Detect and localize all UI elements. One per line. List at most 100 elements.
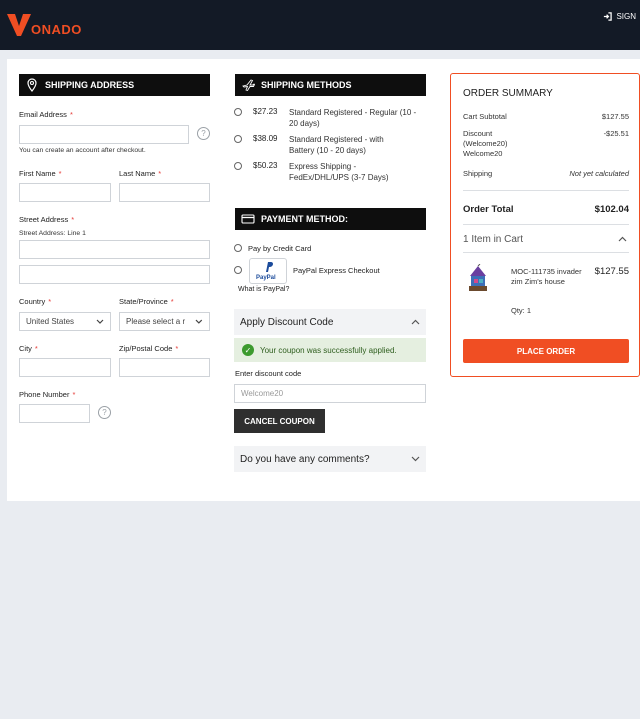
apply-discount-title: Apply Discount Code [240, 316, 334, 328]
discount-label: Discount (Welcome20) Welcome20 [463, 129, 507, 159]
cart-subtotal-value: $127.55 [601, 112, 629, 121]
discount-label-line1: Discount [463, 129, 493, 138]
discount-code-label: Enter discount code [235, 369, 302, 378]
shipping-methods-title: SHIPPING METHODS [261, 80, 352, 90]
chevron-down-icon [411, 456, 420, 462]
first-name-field[interactable] [19, 183, 111, 202]
comments-toggle[interactable]: Do you have any comments? [234, 446, 426, 472]
required-mark: * [72, 390, 76, 399]
street-address-label-text: Street Address [19, 215, 69, 224]
items-in-cart-toggle[interactable]: 1 Item in Cart [463, 234, 523, 245]
shipping-option-price-3: $50.23 [253, 161, 278, 170]
email-label: Email Address * [19, 110, 73, 119]
cart-item-price: $127.55 [594, 266, 629, 277]
cart-item-name-line1: MOC-111735 invader [511, 267, 582, 276]
phone-help-icon[interactable]: ? [98, 406, 111, 419]
cart-item-qty: Qty: 1 [511, 306, 532, 315]
zip-label: Zip/Postal Code * [119, 344, 178, 353]
paypal-p-icon [266, 262, 273, 272]
sign-in-icon [604, 12, 613, 21]
zip-label-text: Zip/Postal Code [119, 344, 173, 353]
city-label: City * [19, 344, 38, 353]
airplane-icon [242, 79, 255, 92]
shipping-option-radio-2[interactable] [234, 135, 242, 143]
order-total-value: $102.04 [594, 204, 629, 215]
discount-label-line2: (Welcome20) [463, 139, 508, 148]
last-name-field[interactable] [119, 183, 210, 202]
credit-card-label: Pay by Credit Card [248, 244, 312, 253]
country-label-text: Country [19, 297, 46, 306]
country-select[interactable]: United States [19, 312, 111, 331]
first-name-label: First Name * [19, 169, 62, 178]
credit-card-icon [241, 214, 255, 224]
shipping-address-header: SHIPPING ADDRESS [19, 74, 210, 96]
cart-item-name[interactable]: MOC-111735 invader zim Zim's house [511, 267, 582, 287]
country-label: Country * [19, 297, 51, 306]
last-name-label: Last Name * [119, 169, 161, 178]
sign-in-label: SIGN [616, 12, 636, 21]
state-select-value: Please select a r [126, 317, 186, 326]
chevron-down-icon [96, 319, 104, 324]
order-summary-title: ORDER SUMMARY [463, 88, 553, 99]
what-is-paypal-link[interactable]: What is PayPal? [238, 286, 289, 293]
required-mark: * [69, 110, 73, 119]
shipping-value: Not yet calculated [569, 169, 629, 178]
paypal-logo-text: PayPal [256, 275, 276, 281]
discount-code-field[interactable]: Welcome20 [234, 384, 426, 403]
zip-field[interactable] [119, 358, 210, 377]
place-order-button[interactable]: PLACE ORDER [463, 339, 629, 363]
summary-divider [463, 190, 629, 191]
required-mark: * [34, 344, 38, 353]
shipping-option-radio-1[interactable] [234, 108, 242, 116]
required-mark: * [175, 344, 179, 353]
phone-label: Phone Number * [19, 390, 75, 399]
required-mark: * [158, 169, 162, 178]
paypal-logo: PayPal [249, 258, 287, 284]
chevron-up-icon [411, 319, 420, 325]
coupon-success-text: Your coupon was successfully applied. [260, 345, 397, 355]
last-name-label-text: Last Name [119, 169, 156, 178]
cancel-coupon-button[interactable]: CANCEL COUPON [234, 409, 325, 433]
credit-card-radio[interactable] [234, 244, 242, 252]
chevron-up-icon[interactable] [618, 236, 627, 242]
logo-v-icon [7, 14, 31, 36]
phone-field[interactable] [19, 404, 90, 423]
cart-item-name-line2: zim Zim's house [511, 277, 565, 286]
shipping-label: Shipping [463, 169, 493, 178]
phone-label-text: Phone Number [19, 390, 70, 399]
shipping-address-title: SHIPPING ADDRESS [45, 80, 135, 90]
street-line1-label: Street Address: Line 1 [19, 230, 86, 237]
email-label-text: Email Address [19, 110, 67, 119]
shipping-option-radio-3[interactable] [234, 162, 242, 170]
required-mark: * [58, 169, 62, 178]
logo-text: ONADO [31, 22, 82, 37]
street-line1-field[interactable] [19, 240, 210, 259]
required-mark: * [71, 215, 75, 224]
coupon-success-message: ✓ Your coupon was successfully applied. [234, 338, 426, 362]
chevron-down-icon [195, 319, 203, 324]
vonado-logo[interactable]: ONADO [7, 12, 87, 38]
shipping-methods-header: SHIPPING METHODS [235, 74, 426, 96]
email-hint: You can create an account after checkout… [19, 147, 146, 154]
street-line2-field[interactable] [19, 265, 210, 284]
required-mark: * [170, 297, 174, 306]
email-help-icon[interactable]: ? [197, 127, 210, 140]
apply-discount-toggle[interactable]: Apply Discount Code [234, 309, 426, 335]
sign-in-link[interactable]: SIGN [603, 12, 636, 21]
street-address-label: Street Address * [19, 215, 74, 224]
checkmark-icon: ✓ [242, 344, 254, 356]
city-label-text: City [19, 344, 32, 353]
email-field[interactable] [19, 125, 189, 144]
paypal-radio[interactable] [234, 266, 242, 274]
location-pin-icon [27, 78, 37, 92]
state-label: State/Province * [119, 297, 174, 306]
city-field[interactable] [19, 358, 111, 377]
shipping-option-price-2: $38.09 [253, 134, 278, 143]
state-label-text: State/Province [119, 297, 168, 306]
payment-method-title: PAYMENT METHOD: [261, 214, 349, 224]
payment-method-header: PAYMENT METHOD: [235, 208, 426, 230]
state-select[interactable]: Please select a r [119, 312, 210, 331]
discount-label-line3: Welcome20 [463, 149, 503, 158]
discount-value: -$25.51 [603, 129, 629, 138]
shipping-option-name-1: Standard Registered - Regular (10 - 20 d… [289, 108, 417, 128]
